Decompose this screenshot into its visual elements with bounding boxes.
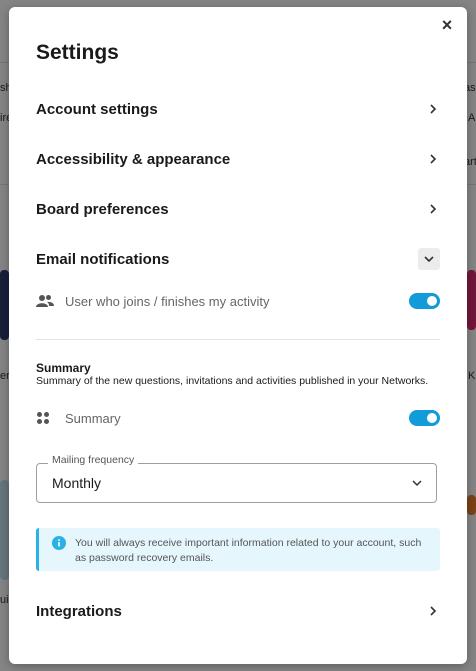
info-text: You will always receive important inform…: [75, 537, 422, 564]
accessibility-appearance-section[interactable]: Accessibility & appearance: [36, 139, 440, 179]
section-label: Integrations: [36, 602, 122, 620]
users-icon: [36, 293, 56, 309]
integrations-section[interactable]: Integrations: [36, 591, 440, 631]
chevron-down-icon: [412, 474, 422, 492]
mailing-frequency-label: Mailing frequency: [48, 454, 139, 466]
setting-label: User who joins / finishes my activity: [65, 293, 270, 309]
chevron-down-icon[interactable]: [418, 248, 440, 270]
modal-title: Settings: [36, 41, 119, 64]
summary-toggle[interactable]: [409, 410, 440, 426]
chevron-right-icon: [426, 202, 440, 216]
account-settings-section[interactable]: Account settings: [36, 89, 440, 129]
settings-modal: × Settings Account settings Accessibilit…: [9, 7, 467, 664]
toggle-knob: [427, 413, 437, 423]
mailing-frequency-select[interactable]: Monthly: [36, 463, 437, 503]
toggle-knob: [427, 296, 437, 306]
email-notifications-section[interactable]: Email notifications: [36, 239, 440, 279]
mailing-frequency-value: Monthly: [52, 475, 102, 491]
section-label: Email notifications: [36, 250, 170, 268]
summary-setting: Summary: [36, 406, 440, 430]
setting-label: Summary: [65, 410, 121, 426]
close-button[interactable]: ×: [438, 16, 456, 34]
summary-heading: Summary: [36, 361, 91, 375]
chevron-right-icon: [426, 604, 440, 618]
section-label: Board preferences: [36, 200, 169, 218]
chevron-right-icon: [426, 102, 440, 116]
section-label: Account settings: [36, 100, 158, 118]
chevron-right-icon: [426, 152, 440, 166]
user-joins-toggle[interactable]: [409, 293, 440, 309]
dots-grid-icon: [36, 410, 56, 426]
section-label: Accessibility & appearance: [36, 150, 231, 168]
user-joins-setting: User who joins / finishes my activity: [36, 289, 440, 313]
divider: [36, 339, 440, 340]
summary-description: Summary of the new questions, invitation…: [36, 375, 429, 387]
board-preferences-section[interactable]: Board preferences: [36, 189, 440, 229]
info-alert: You will always receive important inform…: [36, 528, 440, 571]
info-icon: [52, 536, 66, 550]
